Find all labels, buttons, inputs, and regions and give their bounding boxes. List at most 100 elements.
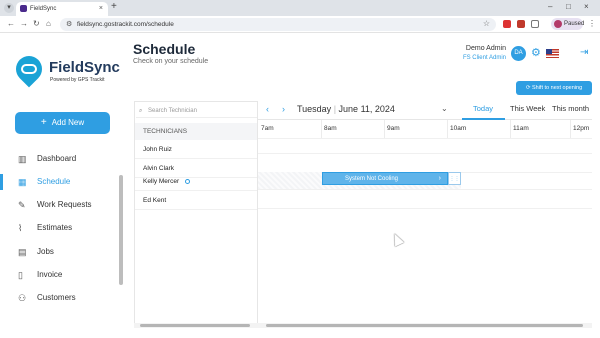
sidebar-item-label: Schedule (37, 177, 71, 186)
brand-name: FieldSync (49, 59, 120, 76)
minimize-icon[interactable]: – (548, 2, 552, 11)
plus-icon: + (40, 117, 47, 128)
close-window-icon[interactable]: × (584, 2, 589, 11)
hour-label: 7am (261, 125, 274, 132)
us-flag-icon[interactable] (546, 49, 559, 58)
technician-row[interactable]: Ed Kent (135, 191, 257, 210)
extension-icon[interactable] (517, 20, 525, 28)
calendar-date[interactable]: Tuesday | June 11, 2024 (297, 104, 395, 114)
technician-name: Alvin Clark (143, 165, 175, 172)
calendar-day: Tuesday (297, 104, 332, 114)
technician-name: Kelly Mercer (143, 178, 180, 185)
logout-icon[interactable]: ⇥ (580, 47, 588, 58)
grid-row-divider (258, 208, 592, 209)
status-dot-icon (185, 178, 191, 184)
next-day-icon[interactable]: › (282, 104, 285, 114)
bookmark-star-icon[interactable]: ☆ (483, 19, 490, 28)
grid-row-divider (258, 153, 592, 154)
browser-tab-strip: ▾ FieldSync × + – □ × (0, 0, 600, 16)
address-url: fieldsync.gostrackit.com/schedule (77, 21, 174, 28)
technician-name: Ed Kent (143, 197, 167, 204)
sidebar-item-label: Invoice (37, 270, 63, 279)
search-icon: ⌕ (139, 108, 143, 114)
technician-row[interactable]: Kelly Mercer (135, 172, 257, 191)
add-new-label: Add New (51, 118, 85, 127)
user-name: Demo Admin (465, 45, 506, 52)
hour-divider (510, 120, 511, 138)
hour-divider (447, 120, 448, 138)
sidebar-item-invoice[interactable]: ▯ Invoice (0, 265, 122, 285)
hour-label: 10am (450, 125, 467, 132)
browser-tab-title: FieldSync (30, 6, 57, 12)
sidebar-item-customers[interactable]: ⚇ Customers (0, 288, 122, 308)
hour-label: 9am (387, 125, 400, 132)
sidebar-scrollbar[interactable] (119, 175, 123, 285)
maximize-icon[interactable]: □ (566, 2, 571, 11)
address-bar[interactable]: ⚙ fieldsync.gostrackit.com/schedule ☆ (60, 18, 496, 31)
sidebar-item-label: Work Requests (37, 200, 92, 209)
hour-divider (321, 120, 322, 138)
hour-divider (570, 120, 571, 138)
job-event[interactable]: System Not Cooling › (322, 172, 448, 185)
technician-row[interactable]: John Ruiz (135, 140, 257, 159)
new-tab-icon[interactable]: + (111, 1, 117, 12)
tab-search-icon[interactable]: ▾ (4, 3, 14, 13)
tab-today[interactable]: Today (473, 104, 493, 113)
extensions-puzzle-icon[interactable] (531, 20, 539, 28)
job-resize-handle[interactable]: ⋮⋮ (448, 172, 461, 185)
sidebar-item-work-requests[interactable]: ✎ Work Requests (0, 195, 122, 215)
wrench-icon: ✎ (18, 200, 26, 210)
technicians-panel: ⌕ Search Technician TECHNICIANS John Rui… (134, 101, 258, 325)
grid-row-divider (258, 189, 592, 190)
calendar-icon: ▦ (18, 177, 27, 187)
document-icon: ▤ (18, 247, 27, 257)
previous-day-icon[interactable]: ‹ (266, 104, 269, 114)
chevron-down-icon[interactable]: ⌄ (441, 104, 448, 113)
page-subtitle: Check on your schedule (133, 58, 209, 65)
chevron-right-icon[interactable]: › (439, 173, 441, 185)
search-technician-input[interactable]: ⌕ Search Technician (136, 104, 257, 118)
shift-button-label: Shift to next opening (531, 85, 583, 91)
search-placeholder: Search Technician (148, 108, 197, 114)
hour-label: 11am (513, 125, 529, 132)
forward-icon[interactable]: → (20, 19, 28, 28)
close-tab-icon[interactable]: × (99, 2, 103, 16)
gear-icon[interactable]: ⚙ (531, 46, 541, 59)
browser-toolbar: ← → ↻ ⌂ ⚙ fieldsync.gostrackit.com/sched… (0, 16, 600, 33)
sidebar-item-estimates[interactable]: ⌇ Estimates (0, 218, 122, 238)
people-icon: ⚇ (18, 293, 27, 303)
calendar-date-text: June 11, 2024 (338, 104, 395, 114)
site-info-icon[interactable]: ⚙ (66, 20, 72, 28)
sidebar-item-dashboard[interactable]: ▥ Dashboard (0, 149, 122, 169)
profile-label: Paused (564, 21, 585, 27)
technicians-scrollbar[interactable] (140, 324, 250, 327)
job-event-label: System Not Cooling (345, 176, 399, 182)
avatar[interactable]: DA (511, 46, 526, 61)
technician-name: John Ruiz (143, 146, 172, 153)
sidebar-item-label: Jobs (37, 247, 54, 256)
back-icon[interactable]: ← (7, 19, 15, 28)
shift-to-next-opening-button[interactable]: ⟳ Shift to next opening (516, 81, 592, 95)
user-role: FS Client Admin (462, 55, 506, 61)
schedule-timeline[interactable]: 7am 8am 9am 10am 11am 12pm System Not Co… (258, 120, 592, 324)
hour-label: 12pm (573, 125, 590, 132)
browser-tab[interactable]: FieldSync × (16, 2, 108, 16)
timeline-scrollbar[interactable] (266, 324, 583, 327)
tab-this-month[interactable]: This month (552, 104, 589, 113)
tab-this-week[interactable]: This Week (510, 104, 545, 113)
invoice-icon: ▯ (18, 270, 23, 280)
add-new-button[interactable]: + Add New (15, 112, 110, 134)
extension-icon[interactable] (503, 20, 511, 28)
dashboard-icon: ▥ (18, 154, 27, 164)
profile-button[interactable]: Paused (551, 18, 585, 30)
browser-menu-icon[interactable]: ⋮ (588, 19, 596, 28)
sidebar-item-label: Customers (37, 293, 76, 302)
home-icon[interactable]: ⌂ (46, 19, 51, 28)
reload-icon[interactable]: ↻ (33, 19, 40, 28)
profile-avatar-icon (554, 20, 562, 28)
sidebar-item-schedule[interactable]: ▦ Schedule (0, 172, 122, 192)
sidebar-item-label: Estimates (37, 223, 73, 232)
paperclip-icon: ⌇ (18, 223, 23, 233)
brand-tagline: Powered by GPS Trackit (50, 77, 105, 83)
sidebar-item-jobs[interactable]: ▤ Jobs (0, 242, 122, 262)
